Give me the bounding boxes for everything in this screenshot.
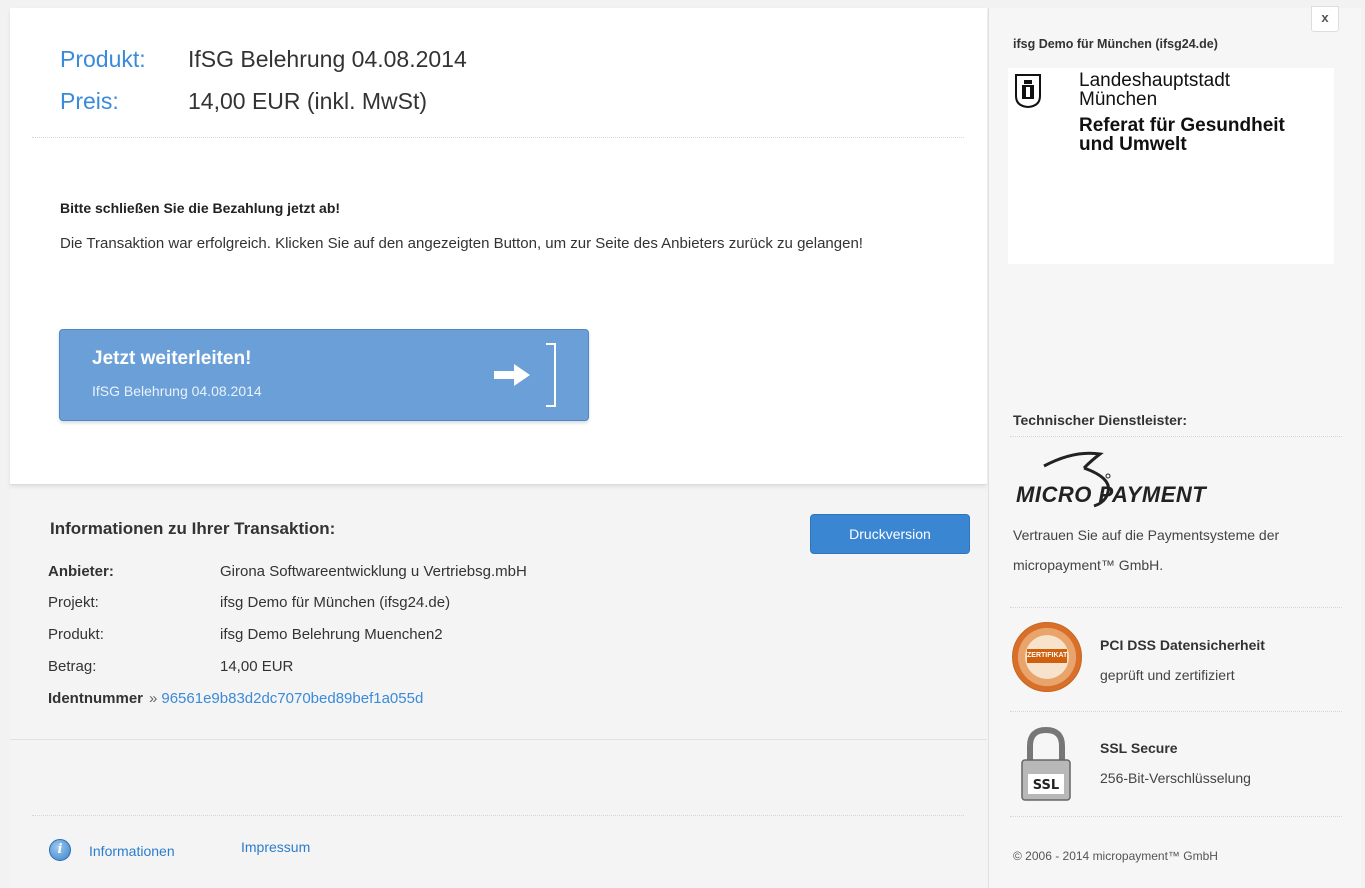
- price-label: Preis:: [60, 88, 119, 114]
- info-key: Betrag:: [48, 658, 97, 675]
- product-value: IfSG Belehrung 04.08.2014: [188, 46, 467, 72]
- info-value: 14,00 EUR: [220, 658, 294, 675]
- price-value: 14,00 EUR (inkl. MwSt): [188, 88, 428, 114]
- ssl-lock-label: SSL: [1033, 778, 1059, 793]
- divider: [1010, 816, 1342, 817]
- imprint-link[interactable]: Impressum: [241, 839, 310, 855]
- logo-city-line: München: [1079, 89, 1158, 110]
- ssl-lock-icon: SSL: [1021, 726, 1071, 801]
- info-row-ident: Identnummer » 96561e9b83d2dc7070bed89bef1a…: [48, 690, 423, 707]
- transaction-title: Informationen zu Ihrer Transaktion:: [50, 519, 336, 538]
- divider: [10, 739, 987, 740]
- forward-button-subtitle: IfSG Belehrung 04.08.2014: [92, 383, 262, 399]
- logo-city-line: Landeshauptstadt: [1079, 70, 1231, 91]
- divider: [1010, 607, 1342, 608]
- info-value: ifsg Demo Belehrung Muenchen2: [220, 626, 443, 643]
- ident-label: Identnummer: [48, 690, 144, 707]
- info-link[interactable]: Informationen: [89, 843, 175, 859]
- pci-title: PCI DSS Datensicherheit: [1100, 637, 1265, 653]
- info-key: Projekt:: [48, 594, 99, 611]
- product-label: Produkt:: [60, 46, 146, 72]
- logo-ref-line: Referat für Gesundheit: [1079, 115, 1285, 136]
- ident-number[interactable]: 96561e9b83d2dc7070bed89bef1a055d: [161, 690, 423, 707]
- pci-certificate-icon: ZERTIFIKAT: [1012, 622, 1082, 692]
- logo-city-text: Landeshauptstadt München: [1079, 71, 1230, 109]
- info-row-amount: Betrag: 14,00 EUR: [48, 658, 293, 675]
- ssl-title: SSL Secure: [1100, 740, 1178, 756]
- arrow-right-icon: [494, 364, 530, 386]
- divider: [32, 815, 964, 816]
- micropayment-logo-text: MICRO PAYMENT: [1016, 482, 1207, 507]
- divider: [1010, 436, 1342, 437]
- message-title: Bitte schließen Sie die Bezahlung jetzt …: [60, 200, 341, 216]
- price-row: Preis: 14,00 EUR (inkl. MwSt): [60, 88, 427, 115]
- sidebar-project-title: ifsg Demo für München (ifsg24.de): [1013, 37, 1218, 51]
- forward-button-title: Jetzt weiterleiten!: [92, 348, 252, 369]
- info-row-project: Projekt: ifsg Demo für München (ifsg24.de…: [48, 594, 450, 611]
- product-row: Produkt: IfSG Belehrung 04.08.2014: [60, 46, 467, 73]
- seal-label: ZERTIFIKAT: [1027, 649, 1067, 663]
- info-value: ifsg Demo für München (ifsg24.de): [220, 594, 451, 611]
- divider: [1010, 711, 1342, 712]
- logo-department-text: Referat für Gesundheit und Umwelt: [1079, 116, 1285, 154]
- info-value: Girona Softwareentwicklung u Vertriebsg.…: [220, 563, 527, 580]
- print-button[interactable]: Druckversion: [810, 514, 970, 554]
- ident-separator: »: [149, 690, 158, 707]
- info-key: Produkt:: [48, 626, 104, 643]
- message-body: Die Transaktion war erfolgreich. Klicken…: [60, 235, 863, 252]
- munich-crest-icon: [1015, 74, 1041, 108]
- info-key: Anbieter:: [48, 563, 114, 580]
- close-button[interactable]: x: [1311, 6, 1339, 32]
- info-row-product: Produkt: ifsg Demo Belehrung Muenchen2: [48, 626, 443, 643]
- copyright: © 2006 - 2014 micropayment™ GmbH: [1013, 849, 1218, 863]
- info-icon[interactable]: i: [49, 839, 71, 861]
- forward-button[interactable]: Jetzt weiterleiten! IfSG Belehrung 04.08…: [59, 329, 589, 421]
- pci-subtitle: geprüft und zertifiziert: [1100, 667, 1235, 683]
- logo-ref-line: und Umwelt: [1079, 134, 1187, 155]
- tech-provider-title: Technischer Dienstleister:: [1013, 412, 1188, 428]
- micropayment-description: Vertrauen Sie auf die Paymentsysteme der…: [1013, 527, 1280, 573]
- info-row-provider: Anbieter: Girona Softwareentwicklung u Ve…: [48, 563, 527, 580]
- ssl-subtitle: 256-Bit-Verschlüsselung: [1100, 770, 1251, 786]
- bracket-icon: [546, 343, 556, 407]
- divider: [32, 137, 964, 138]
